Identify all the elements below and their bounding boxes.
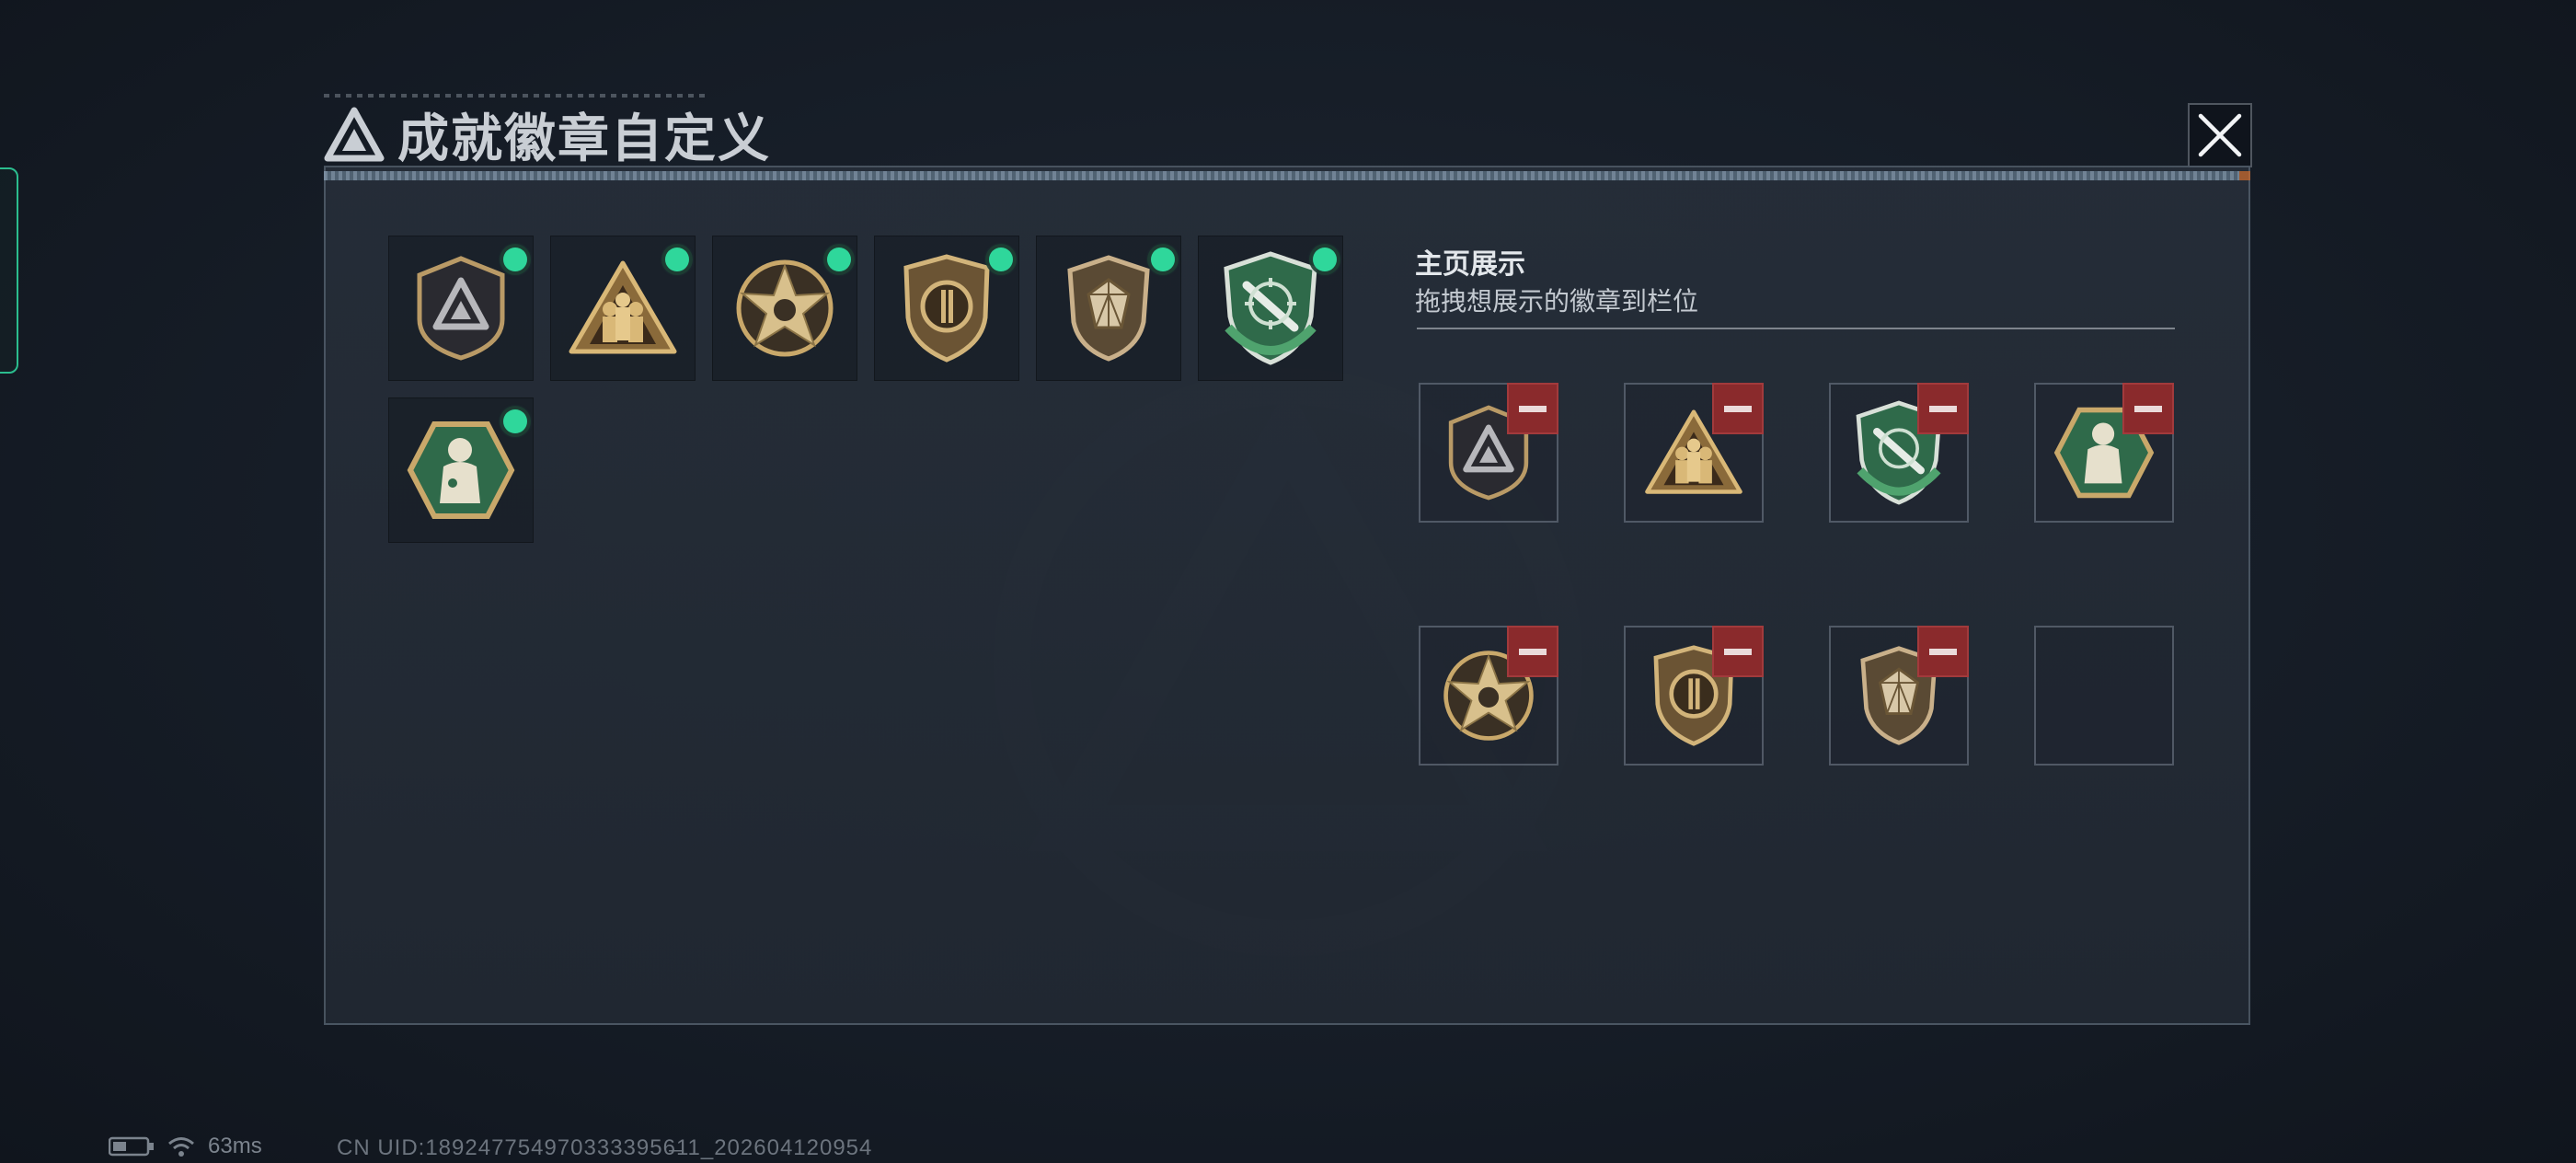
green-hexagon-soldier-badge-icon	[407, 421, 515, 519]
showcase-slot-6[interactable]	[1624, 626, 1764, 766]
remove-badge-button[interactable]	[1712, 626, 1764, 677]
side-drawer-tab[interactable]	[0, 167, 18, 374]
showcase-title: 主页展示	[1415, 249, 1525, 280]
equipped-indicator	[989, 248, 1013, 271]
equipped-indicator	[1151, 248, 1175, 271]
triangle-logo-icon	[324, 107, 385, 162]
soldiers-triangle-badge-icon	[569, 260, 677, 354]
dialog-title: 成就徽章自定义	[397, 109, 771, 167]
inventory-badge-2[interactable]	[550, 236, 696, 381]
star-badge-icon	[736, 259, 834, 357]
gem-shield-badge-icon	[1067, 255, 1150, 362]
showcase-slot-2[interactable]	[1624, 383, 1764, 523]
showcase-subtitle: 拖拽想展示的徽章到栏位	[1415, 287, 1699, 316]
close-button[interactable]	[2188, 103, 2252, 167]
minus-icon	[1929, 405, 1957, 412]
inventory-badge-5[interactable]	[1036, 236, 1181, 381]
inventory-badge-3[interactable]	[712, 236, 857, 381]
showcase-slot-8-empty[interactable]	[2034, 626, 2174, 766]
minus-icon	[1929, 648, 1957, 655]
equipped-indicator	[665, 248, 689, 271]
remove-badge-button[interactable]	[2122, 383, 2174, 434]
showcase-slot-7[interactable]	[1829, 626, 1969, 766]
inventory-badge-4[interactable]	[874, 236, 1019, 381]
showcase-slot-1[interactable]	[1419, 383, 1558, 523]
inventory-badge-1[interactable]	[388, 236, 534, 381]
wifi-icon	[168, 1137, 194, 1157]
triangle-shield-badge-icon	[417, 256, 505, 361]
minus-icon	[1724, 405, 1752, 412]
close-icon	[2198, 113, 2242, 157]
equipped-indicator	[503, 409, 527, 433]
showcase-slot-3[interactable]	[1829, 383, 1969, 523]
showcase-divider	[1417, 328, 2175, 329]
green-knife-badge-icon	[1224, 251, 1317, 365]
equipped-indicator	[827, 248, 851, 271]
showcase-slot-4[interactable]	[2034, 383, 2174, 523]
remove-badge-button[interactable]	[1712, 383, 1764, 434]
minus-icon	[1724, 648, 1752, 655]
equipped-indicator	[503, 248, 527, 271]
crest-shield-badge-icon	[903, 254, 990, 363]
dialog-top-bar	[324, 171, 2250, 180]
dialog-header: 成就徽章自定义	[324, 101, 771, 167]
uid-text: CN UID:1892477549703333956̶11_2026041209…	[337, 1135, 873, 1160]
inventory-badge-6[interactable]	[1198, 236, 1343, 381]
inventory-badge-7[interactable]	[388, 397, 534, 543]
minus-icon	[1519, 648, 1547, 655]
remove-badge-button[interactable]	[1507, 626, 1558, 677]
remove-badge-button[interactable]	[1917, 626, 1969, 677]
battery-icon	[109, 1136, 154, 1157]
remove-badge-button[interactable]	[1507, 383, 1558, 434]
minus-icon	[1519, 405, 1547, 412]
ping-text: 63ms	[208, 1134, 262, 1158]
equipped-indicator	[1313, 248, 1337, 271]
status-bar: 63ms	[109, 1134, 262, 1159]
minus-icon	[2134, 405, 2162, 412]
showcase-slot-5[interactable]	[1419, 626, 1558, 766]
remove-badge-button[interactable]	[1917, 383, 1969, 434]
